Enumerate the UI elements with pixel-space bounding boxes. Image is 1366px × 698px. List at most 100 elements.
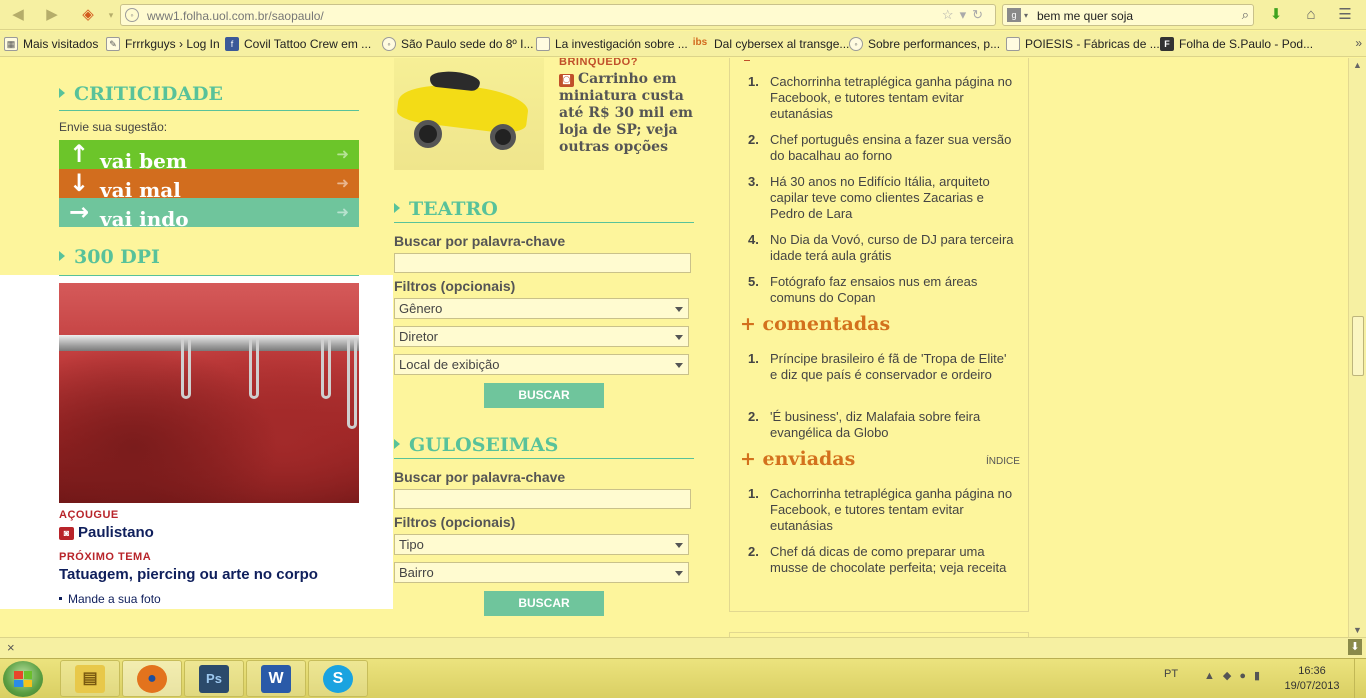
camera-icon: ◙: [559, 74, 574, 87]
bookmark-star-icon[interactable]: ☆▾↻: [942, 7, 989, 23]
site-identity-icon[interactable]: ◦: [125, 8, 139, 22]
bookmarks-folder-icon: ▦: [4, 37, 18, 51]
chevron-down-icon[interactable]: ▾: [101, 5, 121, 25]
address-url: www1.folha.uol.com.br/saopaulo/: [147, 9, 324, 23]
arrow-right-icon: ➜: [336, 174, 349, 192]
taskbar-app-word[interactable]: W: [246, 660, 306, 697]
bookmark-label: Mais visitados: [23, 37, 99, 51]
arrow-right-icon: ➜: [336, 145, 349, 163]
divider: [59, 110, 359, 111]
comentadas-title: + comentadas: [740, 313, 891, 335]
taskbar-app-firefox[interactable]: ●: [122, 660, 182, 697]
home-icon[interactable]: ⌂: [1300, 4, 1322, 26]
bookmark-item[interactable]: ◦ São Paulo sede do 8º I...: [382, 37, 533, 51]
vertical-scrollbar[interactable]: ▲ ▼: [1348, 58, 1366, 637]
vai-bem-button[interactable]: ↑ vai bem ➜: [59, 140, 359, 169]
back-icon[interactable]: ◀: [8, 5, 28, 25]
bullet: [59, 597, 62, 600]
tray-icons[interactable]: ▲◆●▮: [1204, 669, 1268, 682]
bookmarks-toolbar: ▦ Mais visitados ✎ Frrrkguys › Log In f Cov…: [0, 31, 1366, 57]
guloseimas-title: GULOSEIMAS: [394, 434, 558, 456]
bookmark-item[interactable]: ✎ Frrrkguys › Log In: [106, 37, 220, 51]
taskbar-app-explorer[interactable]: ▤: [60, 660, 120, 697]
toy-car-photo[interactable]: [394, 58, 544, 170]
bookmark-label: La investigación sobre ...: [555, 37, 688, 51]
bookmark-item[interactable]: ▦ Mais visitados: [4, 37, 98, 51]
divider: [744, 60, 750, 61]
vai-indo-label: vai indo: [100, 207, 189, 227]
chevron-right-icon[interactable]: »: [1355, 36, 1362, 50]
genero-select[interactable]: Gênero: [394, 298, 689, 319]
page-icon: [536, 37, 550, 51]
page-content: CRITICIDADE Envie sua sugestão: ↑ vai be…: [0, 58, 1348, 637]
globe-icon: ◦: [382, 37, 396, 51]
arrow-right-icon: →: [69, 198, 90, 226]
language-indicator[interactable]: PT: [1164, 668, 1178, 680]
firefox-icon: ●: [137, 665, 167, 693]
guloseimas-search-button[interactable]: BUSCAR: [484, 591, 604, 616]
next-theme-headline[interactable]: Tatuagem, piercing ou arte no corpo: [59, 566, 318, 583]
send-photo-link[interactable]: Mande a sua foto: [59, 592, 161, 606]
scroll-down-icon[interactable]: ▼: [1353, 625, 1362, 635]
pencil-icon: ✎: [106, 37, 120, 51]
explorer-icon: ▤: [75, 665, 105, 693]
dpi-headline-link[interactable]: ◙ Paulistano: [59, 524, 154, 541]
browser-toolbar: ◀ ▶ ◈ ▾ ◦ www1.folha.uol.com.br/saopaulo…: [0, 0, 1366, 30]
download-icon[interactable]: ⬇: [1265, 4, 1287, 26]
select-value: Gênero: [399, 301, 443, 316]
ibs-icon: ibs: [692, 37, 708, 48]
suggest-label: Envie sua sugestão:: [59, 120, 168, 134]
vai-indo-button[interactable]: → vai indo ➜: [59, 198, 359, 227]
skype-icon: S: [323, 665, 353, 693]
page-icon: [1006, 37, 1020, 51]
bookmark-item[interactable]: F Folha de S.Paulo - Pod...: [1160, 37, 1313, 51]
select-value: Diretor: [399, 329, 439, 344]
arrow-up-icon: ↑: [69, 140, 90, 168]
show-desktop-button[interactable]: [1354, 659, 1366, 698]
diretor-select[interactable]: Diretor: [394, 326, 689, 347]
select-value: Local de exibição: [399, 357, 500, 372]
addon-bar: × ⬇: [0, 637, 1366, 658]
teatro-search-button[interactable]: BUSCAR: [484, 383, 604, 408]
car-wheel: [414, 120, 442, 148]
address-bar[interactable]: ◦ www1.folha.uol.com.br/saopaulo/ ☆▾↻: [120, 4, 996, 26]
triangle-right-icon: [394, 439, 400, 449]
vai-mal-button[interactable]: ↓ vai mal ➜: [59, 169, 359, 198]
chevron-down-icon: [675, 335, 683, 340]
chevron-down-icon[interactable]: ▾: [1024, 11, 1028, 20]
taskbar-app-photoshop[interactable]: Ps: [184, 660, 244, 697]
guloseimas-keyword-input[interactable]: [394, 489, 691, 509]
indice-link[interactable]: ÍNDICE: [986, 456, 1020, 467]
local-select[interactable]: Local de exibição: [394, 354, 689, 375]
bookmark-item[interactable]: ◦ Sobre performances, p...: [849, 37, 1000, 51]
triangle-right-icon: [59, 251, 65, 261]
taskbar-app-skype[interactable]: S: [308, 660, 368, 697]
download-icon[interactable]: ⬇: [1348, 639, 1362, 655]
start-button[interactable]: [3, 661, 43, 697]
search-bar[interactable]: g ▾ bem me quer soja ⌕: [1002, 4, 1254, 26]
bookmark-item[interactable]: ibs Dal cybersex al transge...: [691, 37, 850, 51]
forward-icon[interactable]: ▶: [42, 5, 62, 25]
bookmark-item[interactable]: f Covil Tattoo Crew em ...: [225, 37, 371, 51]
bookmark-item[interactable]: La investigación sobre ...: [536, 37, 688, 51]
bookmark-label: Sobre performances, p...: [868, 37, 1001, 51]
google-engine-icon[interactable]: g: [1007, 8, 1021, 22]
search-input[interactable]: bem me quer soja: [1037, 9, 1133, 23]
tipo-select[interactable]: Tipo: [394, 534, 689, 555]
criticidade-title: CRITICIDADE: [59, 83, 223, 105]
firefox-menu-icon[interactable]: ◈: [78, 5, 98, 25]
teatro-keyword-input[interactable]: [394, 253, 691, 273]
clock[interactable]: 16:36 19/07/2013: [1280, 664, 1344, 694]
scroll-thumb[interactable]: [1352, 316, 1364, 376]
arrow-down-icon: ↓: [69, 169, 90, 197]
menu-icon[interactable]: ☰: [1334, 4, 1356, 26]
close-icon[interactable]: ×: [7, 640, 15, 655]
bairro-select[interactable]: Bairro: [394, 562, 689, 583]
scroll-up-icon[interactable]: ▲: [1353, 60, 1362, 70]
chevron-down-icon: [675, 363, 683, 368]
search-icon[interactable]: ⌕: [1242, 7, 1249, 23]
bookmark-item[interactable]: POIESIS - Fábricas de ...: [1006, 37, 1160, 51]
feature-headline-link[interactable]: ◙ Carrinho em miniatura custa até R$ 30 m…: [559, 71, 693, 156]
butcher-photo[interactable]: [59, 283, 359, 503]
windows-logo-icon: [14, 671, 32, 687]
